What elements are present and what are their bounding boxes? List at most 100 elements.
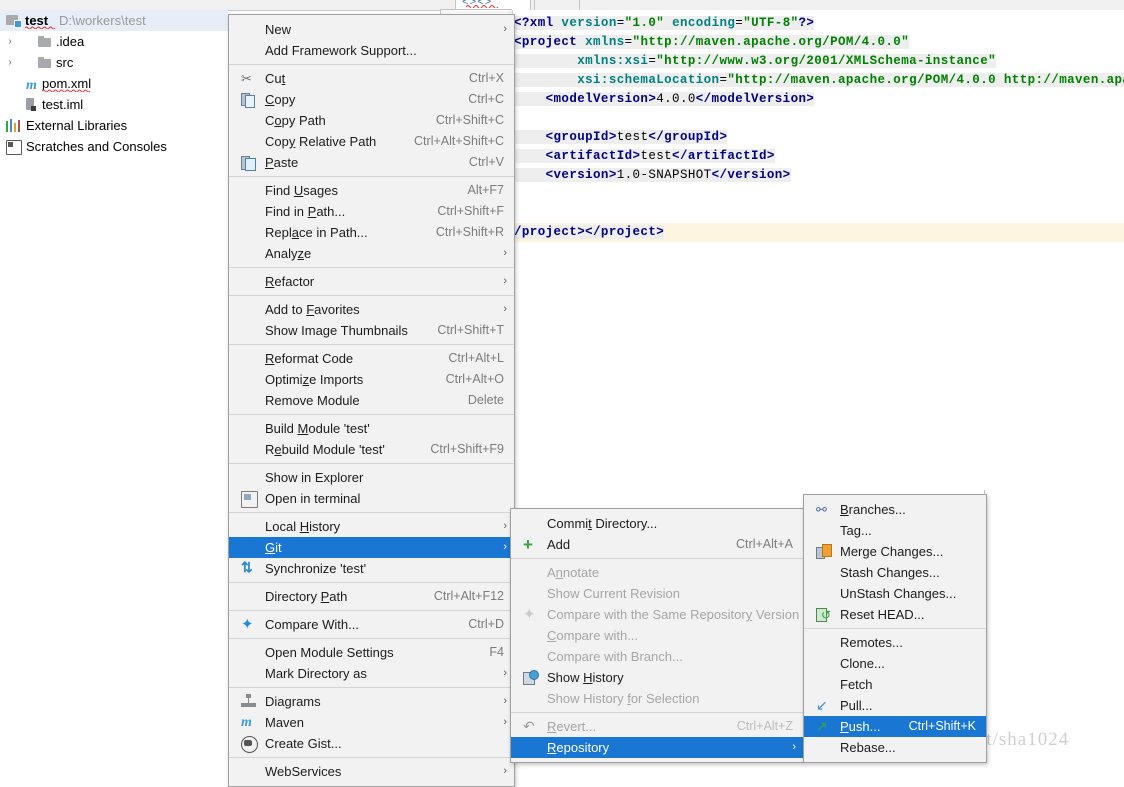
menu-item-open-in-terminal[interactable]: Open in terminal bbox=[229, 488, 514, 509]
menu-item-open-module-settings[interactable]: Open Module Settings F4 bbox=[229, 642, 514, 663]
chevron-right-icon: › bbox=[503, 247, 507, 259]
menu-item-shortcut: F4 bbox=[489, 645, 504, 659]
menu-item-find-in-path[interactable]: Find in Path... Ctrl+Shift+F bbox=[229, 201, 514, 222]
menu-item-merge-changes[interactable]: Merge Changes... bbox=[804, 541, 986, 562]
tree-row[interactable]: › src bbox=[0, 52, 228, 73]
menu-item-rebase[interactable]: Rebase... bbox=[804, 737, 986, 758]
menu-item-refactor[interactable]: Refactor › bbox=[229, 271, 514, 292]
menu-item-branches[interactable]: ⚯ Branches... bbox=[804, 499, 986, 520]
menu-item-optimize-imports[interactable]: Optimize Imports Ctrl+Alt+O bbox=[229, 369, 514, 390]
menu-item-label: Compare with... bbox=[547, 628, 639, 643]
menu-separator bbox=[229, 638, 514, 639]
menu-item-shortcut: Ctrl+C bbox=[468, 92, 504, 106]
menu-item-show-history[interactable]: Show History bbox=[511, 667, 803, 688]
menu-separator bbox=[804, 628, 986, 629]
menu-item-reset-head[interactable]: Reset HEAD... bbox=[804, 604, 986, 625]
menu-item-show-image-thumbnails[interactable]: Show Image Thumbnails Ctrl+Shift+T bbox=[229, 320, 514, 341]
menu-item-shortcut: Ctrl+Alt+Z bbox=[736, 719, 793, 733]
chevron-right-icon: › bbox=[503, 520, 507, 532]
menu-item-show-current-revision: Show Current Revision bbox=[511, 583, 803, 604]
menu-item-build-module-test[interactable]: Build Module 'test' bbox=[229, 418, 514, 439]
menu-item-label: Copy Path bbox=[265, 113, 326, 128]
menu-item-reformat-code[interactable]: Reformat Code Ctrl+Alt+L bbox=[229, 348, 514, 369]
menu-item-label: New bbox=[265, 22, 292, 37]
menu-item-label: Clone... bbox=[840, 656, 885, 671]
menu-item-add-framework-support[interactable]: Add Framework Support... bbox=[229, 40, 514, 61]
menu-item-git[interactable]: Git › bbox=[229, 537, 514, 558]
context-menu[interactable]: New › Add Framework Support... ✂ Cut Ctrl+X Co… bbox=[228, 14, 515, 787]
menu-item-mark-directory-as[interactable]: Mark Directory as › bbox=[229, 663, 514, 684]
menu-item-label: Analyze bbox=[265, 246, 312, 261]
menu-item-rebuild-module-test[interactable]: Rebuild Module 'test' Ctrl+Shift+F9 bbox=[229, 439, 514, 460]
menu-item-label: Maven bbox=[265, 715, 305, 730]
menu-item-copy[interactable]: Copy Ctrl+C bbox=[229, 89, 514, 110]
menu-item-pull[interactable]: ↙ Pull... bbox=[804, 695, 986, 716]
menu-item-show-in-explorer[interactable]: Show in Explorer bbox=[229, 467, 514, 488]
menu-item-local-history[interactable]: Local History › bbox=[229, 516, 514, 537]
chevron-right-icon[interactable]: › bbox=[4, 52, 16, 73]
tree-row[interactable]: test D:\workers\test bbox=[0, 10, 228, 31]
menu-item-add[interactable]: + Add Ctrl+Alt+A bbox=[511, 534, 803, 555]
menu-item-diagrams[interactable]: Diagrams › bbox=[229, 691, 514, 712]
menu-item-label: WebServices bbox=[265, 764, 342, 779]
menu-item-maven[interactable]: m Maven › bbox=[229, 712, 514, 733]
menu-item-label: Find Usages bbox=[265, 183, 338, 198]
tree-row[interactable]: test.iml bbox=[0, 94, 228, 115]
repository-submenu[interactable]: ⚯ Branches... Tag... Merge Changes... Stash … bbox=[803, 494, 987, 763]
menu-item-label: Optimize Imports bbox=[265, 372, 364, 387]
menu-item-copy-path[interactable]: Copy Path Ctrl+Shift+C bbox=[229, 110, 514, 131]
menu-item-directory-path[interactable]: Directory Path Ctrl+Alt+F12 bbox=[229, 586, 514, 607]
folder-icon bbox=[38, 36, 52, 48]
menu-item-create-gist[interactable]: Create Gist... bbox=[229, 733, 514, 754]
menu-item-label: Reset HEAD... bbox=[840, 607, 925, 622]
editor-code-line: xmlns:xsi="http://www.w3.org/2001/XMLSch… bbox=[514, 52, 997, 71]
menu-item-shortcut: Ctrl+Alt+Shift+C bbox=[414, 134, 504, 148]
menu-item-shortcut: Ctrl+Shift+F bbox=[437, 204, 504, 218]
editor-code-line: <version>1.0-SNAPSHOT</version> bbox=[514, 166, 791, 185]
menu-item-compare-with[interactable]: ✦ Compare With... Ctrl+D bbox=[229, 614, 514, 635]
menu-item-copy-relative-path[interactable]: Copy Relative Path Ctrl+Alt+Shift+C bbox=[229, 131, 514, 152]
editor-code-line: xsi:schemaLocation="http://maven.apache.… bbox=[514, 71, 1124, 90]
menu-item-compare-with-branch: Compare with Branch... bbox=[511, 646, 803, 667]
menu-separator bbox=[511, 558, 803, 559]
menu-item-tag[interactable]: Tag... bbox=[804, 520, 986, 541]
menu-item-fetch[interactable]: Fetch bbox=[804, 674, 986, 695]
menu-item-analyze[interactable]: Analyze › bbox=[229, 243, 514, 264]
menu-item-label: Refactor bbox=[265, 274, 315, 289]
merge-icon bbox=[816, 544, 832, 559]
chevron-right-icon[interactable]: › bbox=[4, 31, 16, 52]
menu-item-webservices[interactable]: WebServices › bbox=[229, 761, 514, 782]
menu-item-commit-directory[interactable]: Commit Directory... bbox=[511, 513, 803, 534]
tree-row[interactable]: m pom.xml bbox=[0, 73, 228, 94]
reset-icon bbox=[816, 607, 831, 622]
menu-item-repository[interactable]: Repository › bbox=[511, 737, 803, 758]
menu-separator bbox=[229, 267, 514, 268]
menu-item-label: Paste bbox=[265, 155, 299, 170]
menu-item-paste[interactable]: Paste Ctrl+V bbox=[229, 152, 514, 173]
tree-item-label: External Libraries bbox=[26, 118, 128, 133]
menu-item-add-to-favorites[interactable]: Add to Favorites › bbox=[229, 299, 514, 320]
tree-row[interactable]: External Libraries bbox=[0, 115, 228, 136]
menu-item-stash-changes[interactable]: Stash Changes... bbox=[804, 562, 986, 583]
menu-item-cut[interactable]: ✂ Cut Ctrl+X bbox=[229, 68, 514, 89]
menu-item-revert: ↶ Revert... Ctrl+Alt+Z bbox=[511, 716, 803, 737]
menu-item-synchronize-test[interactable]: ⇅ Synchronize 'test' bbox=[229, 558, 514, 579]
tree-row[interactable]: › .idea bbox=[0, 31, 228, 52]
menu-item-unstash-changes[interactable]: UnStash Changes... bbox=[804, 583, 986, 604]
git-submenu[interactable]: Commit Directory... + Add Ctrl+Alt+A Annotat… bbox=[510, 508, 804, 763]
menu-item-remotes[interactable]: Remotes... bbox=[804, 632, 986, 653]
menu-item-find-usages[interactable]: Find Usages Alt+F7 bbox=[229, 180, 514, 201]
project-tree-panel[interactable]: test D:\workers\test › .idea › src m pom.xml tes… bbox=[0, 10, 228, 761]
menu-item-label: Add Framework Support... bbox=[265, 43, 417, 58]
menu-item-remove-module[interactable]: Remove Module Delete bbox=[229, 390, 514, 411]
menu-item-new[interactable]: New › bbox=[229, 19, 514, 40]
menu-item-label: Show in Explorer bbox=[265, 470, 364, 485]
menu-item-push[interactable]: ↗ Push... Ctrl+Shift+K bbox=[804, 716, 986, 737]
menu-item-replace-in-path[interactable]: Replace in Path... Ctrl+Shift+R bbox=[229, 222, 514, 243]
menu-item-shortcut: Ctrl+Shift+R bbox=[435, 225, 504, 239]
tree-row[interactable]: Scratches and Consoles bbox=[0, 136, 228, 157]
menu-item-annotate: Annotate bbox=[511, 562, 803, 583]
chevron-right-icon: › bbox=[503, 695, 507, 707]
history-icon bbox=[523, 670, 539, 685]
menu-item-clone[interactable]: Clone... bbox=[804, 653, 986, 674]
